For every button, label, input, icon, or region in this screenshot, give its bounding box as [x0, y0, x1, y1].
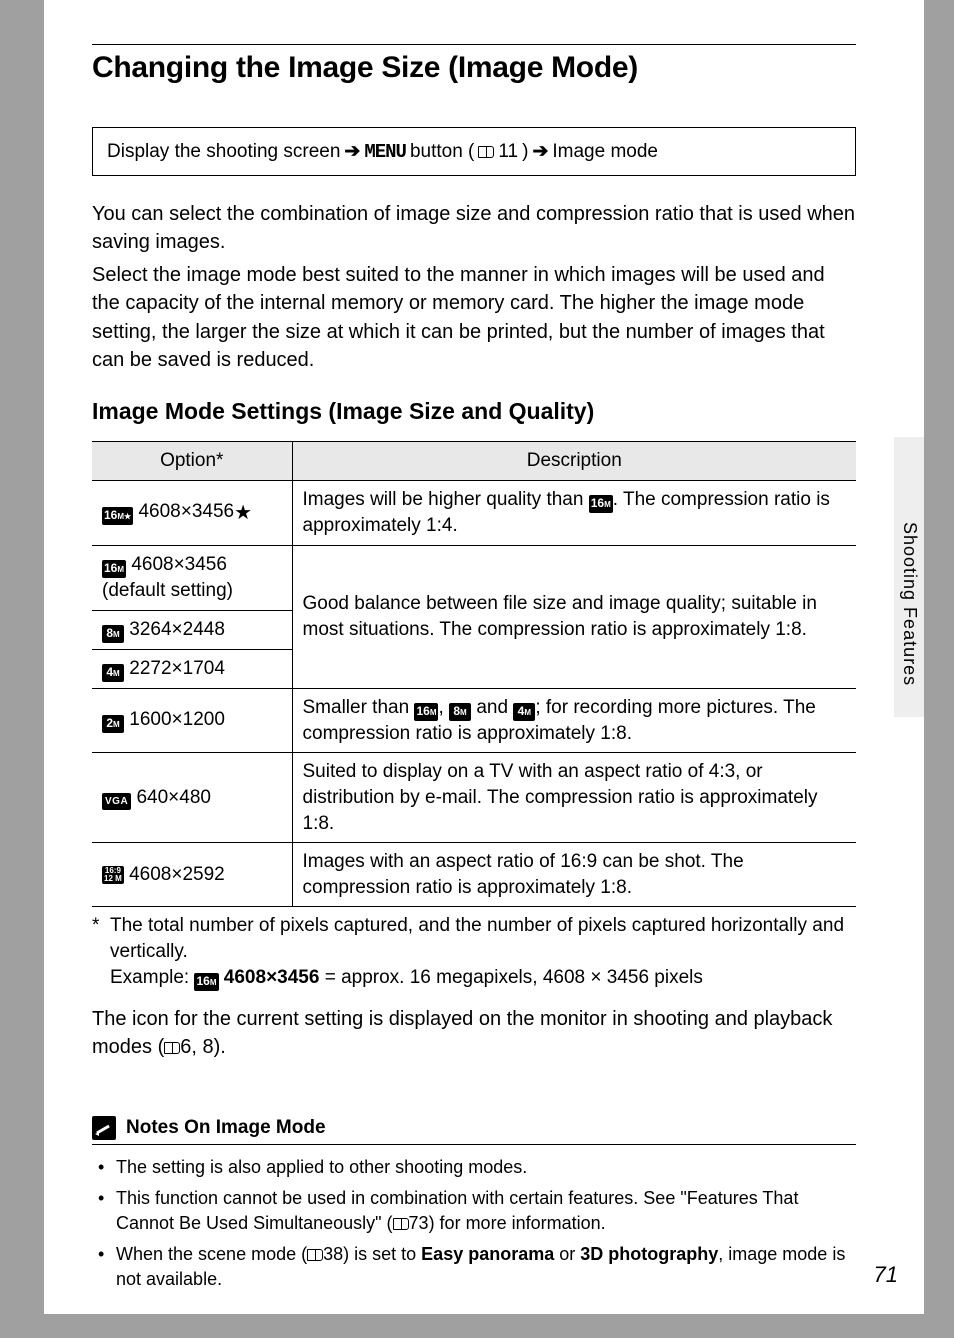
footnote: * The total number of pixels captured, a… — [92, 913, 856, 964]
book-icon — [164, 1042, 180, 1054]
book-icon — [307, 1249, 323, 1261]
page-title: Changing the Image Size (Image Mode) — [92, 51, 856, 85]
settings-table: Option* Description 16M★ 4608×3456★ Imag… — [92, 441, 856, 907]
intro-paragraph: Select the image mode best suited to the… — [92, 261, 856, 375]
default-label: (default setting) — [102, 580, 233, 601]
dimensions: 1600×1200 — [129, 709, 225, 730]
star-icon: ★ — [234, 502, 252, 524]
manual-page: Shooting Features Changing the Image Siz… — [44, 0, 924, 1314]
book-icon — [478, 146, 494, 158]
megapixel-icon: 8M — [102, 625, 124, 643]
nav-ref: 11 — [498, 141, 518, 163]
option-cell: 8M 3264×2448 — [92, 610, 292, 649]
megapixel-icon: 8M — [449, 703, 471, 721]
megapixel-icon: 2M — [102, 715, 124, 733]
vga-icon: VGA — [102, 793, 131, 811]
dimensions: 4608×3456 — [138, 501, 234, 522]
description-cell: Good balance between file size and image… — [292, 545, 856, 688]
dimensions: 4608×3456 — [131, 554, 227, 575]
description-cell: Images will be higher quality than 16M. … — [292, 481, 856, 546]
description-cell: Images with an aspect ratio of 16:9 can … — [292, 843, 856, 907]
description-cell: Smaller than 16M, 8M and 4M; for recordi… — [292, 688, 856, 753]
list-item: When the scene mode (38) is set to Easy … — [106, 1242, 856, 1292]
col-description: Description — [292, 442, 856, 481]
menu-button-label: MENU — [364, 141, 406, 163]
book-icon — [393, 1218, 409, 1230]
table-row: 16M★ 4608×3456★ Images will be higher qu… — [92, 481, 856, 546]
dimensions: 3264×2448 — [129, 619, 225, 640]
option-cell: VGA 640×480 — [92, 753, 292, 843]
nav-text: ) — [522, 141, 528, 163]
table-row: 16:912 M 4608×2592 Images with an aspect… — [92, 843, 856, 907]
pencil-icon — [92, 1116, 116, 1140]
option-cell: 4M 2272×1704 — [92, 649, 292, 688]
notes-section: Notes On Image Mode The setting is also … — [92, 1116, 856, 1293]
list-item: This function cannot be used in combinat… — [106, 1186, 856, 1236]
megapixel-icon: 16M — [194, 973, 218, 991]
description-cell: Suited to display on a TV with an aspect… — [292, 753, 856, 843]
section-heading: Image Mode Settings (Image Size and Qual… — [92, 398, 856, 425]
closing-paragraph: The icon for the current setting is disp… — [92, 1005, 856, 1062]
notes-header: Notes On Image Mode — [92, 1116, 856, 1145]
megapixel-icon: 16M — [102, 560, 126, 578]
megapixel-icon: 16M — [589, 495, 613, 513]
table-row: 16M 4608×3456 (default setting) Good bal… — [92, 545, 856, 610]
option-cell: 16M 4608×3456 (default setting) — [92, 545, 292, 610]
title-rule — [92, 44, 856, 45]
list-item: The setting is also applied to other sho… — [106, 1155, 856, 1180]
dimensions: 2272×1704 — [129, 658, 225, 679]
content-area: Changing the Image Size (Image Mode) Dis… — [44, 0, 924, 1338]
arrow-icon: ➔ — [532, 140, 548, 163]
table-row: VGA 640×480 Suited to display on a TV wi… — [92, 753, 856, 843]
megapixel-icon: 4M — [102, 664, 124, 682]
megapixel-icon: 4M — [513, 703, 535, 721]
table-row: 2M 1600×1200 Smaller than 16M, 8M and 4M… — [92, 688, 856, 753]
notes-title: Notes On Image Mode — [126, 1117, 326, 1139]
option-cell: 16:912 M 4608×2592 — [92, 843, 292, 907]
notes-list: The setting is also applied to other sho… — [92, 1155, 856, 1293]
option-cell: 16M★ 4608×3456★ — [92, 481, 292, 546]
aspect-ratio-icon: 16:912 M — [102, 866, 124, 884]
nav-step-3: Image mode — [552, 141, 658, 163]
page-number: 71 — [874, 1262, 898, 1288]
dimensions: 4608×2592 — [129, 864, 225, 885]
dimensions: 640×480 — [136, 787, 211, 808]
intro-paragraph: You can select the combination of image … — [92, 200, 856, 257]
nav-step-1: Display the shooting screen — [107, 141, 340, 163]
megapixel-icon: 16M★ — [102, 507, 133, 525]
nav-text: button ( — [410, 141, 474, 163]
footnote-example: Example: 16M 4608×3456 = approx. 16 mega… — [92, 967, 856, 991]
side-tab-label: Shooting Features — [899, 522, 920, 686]
arrow-icon: ➔ — [344, 140, 360, 163]
col-option: Option* — [92, 442, 292, 481]
table-header-row: Option* Description — [92, 442, 856, 481]
option-cell: 2M 1600×1200 — [92, 688, 292, 753]
megapixel-icon: 16M — [414, 703, 438, 721]
breadcrumb-box: Display the shooting screen ➔ MENU butto… — [92, 127, 856, 176]
